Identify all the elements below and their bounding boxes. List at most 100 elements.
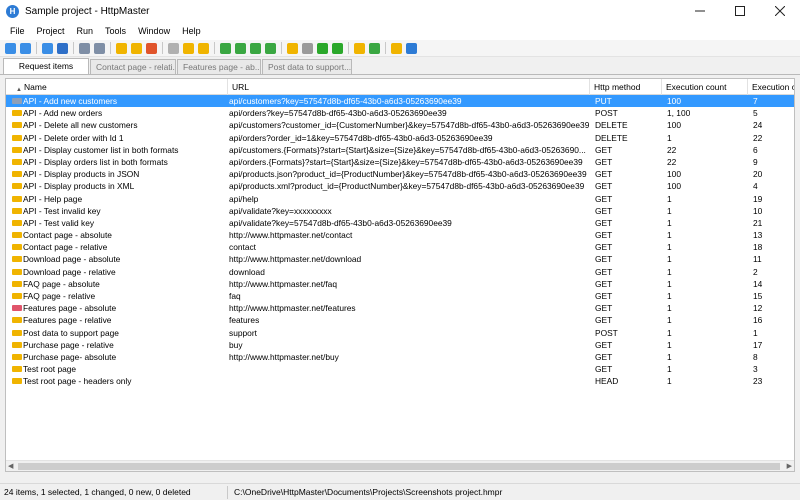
row-execution-count: 1 — [667, 278, 672, 289]
resize-icon[interactable] — [369, 42, 380, 54]
row-name: API - Display products in XML — [23, 181, 135, 192]
close-button[interactable] — [760, 0, 800, 22]
table-row[interactable]: API - Add new customers api/customers?key… — [6, 95, 794, 108]
options-gear-icon[interactable] — [391, 42, 402, 54]
table-row[interactable]: FAQ page - absolute http://www.httpmaster… — [6, 278, 794, 290]
menu-run[interactable]: Run — [71, 26, 100, 36]
row-name: API - Add new orders — [23, 108, 103, 119]
table-row[interactable]: API - Help page api/help GET 1 19 — [6, 193, 794, 205]
menu-project[interactable]: Project — [31, 26, 71, 36]
add-folder-icon[interactable] — [116, 42, 127, 54]
save-icon[interactable] — [57, 42, 68, 54]
chart-icon[interactable] — [287, 42, 298, 54]
search-folder-icon[interactable] — [131, 42, 142, 54]
row-name: API - Delete all new customers — [23, 120, 138, 131]
table-row[interactable]: API - Display products in JSON api/produc… — [6, 168, 794, 180]
table-row[interactable]: FAQ page - relative faq GET 1 15 — [6, 290, 794, 302]
list-view-icon[interactable] — [79, 42, 90, 54]
scroll-right-icon[interactable]: ▶ — [787, 461, 792, 471]
menu-tools[interactable]: Tools — [99, 26, 132, 36]
tab-features-page[interactable]: Features page - ab...* — [177, 59, 261, 74]
table-row[interactable]: Contact page - relative contact GET 1 18 — [6, 241, 794, 253]
row-name: Purchase page - relative — [23, 339, 114, 350]
row-http-method: DELETE — [595, 120, 628, 131]
scrollbar-thumb[interactable] — [18, 463, 780, 470]
row-name: Post data to support page — [23, 327, 119, 338]
row-http-method: HEAD — [595, 376, 619, 387]
table-row[interactable]: API - Test valid key api/validate?key=575… — [6, 217, 794, 229]
row-url: api/orders?key=57547d8b-df65-43b0-a6d3-0… — [229, 108, 447, 119]
row-execution-count: 1 — [667, 315, 672, 326]
help-icon[interactable] — [406, 42, 417, 54]
status-project-path: C:\OneDrive\HttpMaster\Documents\Project… — [234, 487, 503, 497]
window-title: Sample project - HttpMaster — [25, 5, 150, 17]
table-row[interactable]: API - Display products in XML api/product… — [6, 180, 794, 192]
table-row[interactable]: API - Delete order with Id 1 api/orders?o… — [6, 132, 794, 144]
httpmaster-logo-icon: H — [6, 4, 19, 18]
table-row[interactable]: Features page - absolute http://www.httpm… — [6, 302, 794, 314]
row-http-method: GET — [595, 156, 613, 167]
tab-request-items[interactable]: Request items — [3, 58, 89, 74]
request-item-icon — [12, 280, 22, 287]
column-header-execution-count[interactable]: Execution count — [662, 79, 748, 95]
request-item-icon — [12, 329, 22, 336]
minimize-button[interactable] — [680, 0, 720, 22]
run-selected-icon[interactable] — [220, 42, 231, 54]
row-url — [229, 363, 589, 375]
toolbar-separator — [73, 42, 74, 54]
add-duplicate-icon[interactable] — [20, 42, 31, 54]
play-all-icon[interactable] — [332, 42, 343, 54]
move-icon[interactable] — [168, 42, 179, 54]
row-execution-order: 10 — [753, 205, 763, 216]
table-row[interactable]: Post data to support page support POST 1 1 — [6, 327, 794, 339]
tab-post-data[interactable]: Post data to support... — [262, 59, 352, 74]
table-row[interactable]: API - Delete all new customers api/custom… — [6, 119, 794, 131]
minimize-icon — [695, 10, 705, 12]
run-list-all-icon[interactable] — [250, 42, 261, 54]
table-row[interactable]: Download page - absolute http://www.httpm… — [6, 253, 794, 265]
row-url: api/orders.{Formats}?start={Start}&size=… — [229, 156, 583, 167]
column-header-name[interactable]: ▲ Name — [6, 79, 228, 95]
table-row[interactable]: API - Display customer list in both form… — [6, 144, 794, 156]
table-row[interactable]: Features page - relative features GET 1 16 — [6, 314, 794, 326]
column-header-http-method[interactable]: Http method — [590, 79, 662, 95]
copy-icon[interactable] — [94, 42, 105, 54]
close-icon — [775, 6, 785, 16]
table-row[interactable]: Test root page - headers only HEAD 1 23 — [6, 375, 794, 387]
request-item-icon — [12, 305, 22, 312]
delete-icon[interactable] — [146, 42, 157, 54]
arrow-right-icon[interactable] — [302, 42, 313, 54]
maximize-button[interactable] — [720, 0, 760, 22]
settings-person-icon[interactable] — [354, 42, 365, 54]
toolbar-separator — [214, 42, 215, 54]
comment-icon[interactable] — [183, 42, 194, 54]
grid-header: ▲ Name URL Http method Execution count E… — [6, 79, 794, 95]
edit-item-icon[interactable] — [42, 42, 53, 54]
row-execution-count: 1 — [667, 339, 672, 350]
table-row[interactable]: Purchase page - relative buy GET 1 17 — [6, 339, 794, 351]
table-row[interactable]: Test root page GET 1 3 — [6, 363, 794, 375]
request-item-icon — [12, 378, 22, 385]
table-row[interactable]: API - Display orders list in both format… — [6, 156, 794, 168]
table-row[interactable]: Purchase page- absolute http://www.httpma… — [6, 351, 794, 363]
play-icon[interactable] — [317, 42, 328, 54]
table-row[interactable]: API - Add new orders api/orders?key=57547… — [6, 107, 794, 119]
add-item-icon[interactable] — [5, 42, 16, 54]
menu-window[interactable]: Window — [132, 26, 176, 36]
row-execution-count: 22 — [667, 156, 677, 167]
run-list-icon[interactable] — [235, 42, 246, 54]
menu-help[interactable]: Help — [176, 26, 207, 36]
toolbar-separator — [385, 42, 386, 54]
table-row[interactable]: Download page - relative download GET 1 2 — [6, 266, 794, 278]
table-row[interactable]: Contact page - absolute http://www.httpma… — [6, 229, 794, 241]
horizontal-scrollbar[interactable]: ◀ ▶ — [6, 460, 794, 471]
menu-file[interactable]: File — [4, 26, 31, 36]
run-split-icon[interactable] — [265, 42, 276, 54]
tab-contact-page[interactable]: Contact page - relati... — [90, 59, 176, 74]
column-header-url[interactable]: URL — [228, 79, 590, 95]
folder-icon[interactable] — [198, 42, 209, 54]
scroll-left-icon[interactable]: ◀ — [8, 461, 13, 471]
column-header-execution-order[interactable]: Execution or — [748, 79, 794, 95]
row-http-method: GET — [595, 254, 613, 265]
table-row[interactable]: API - Test invalid key api/validate?key=x… — [6, 205, 794, 217]
